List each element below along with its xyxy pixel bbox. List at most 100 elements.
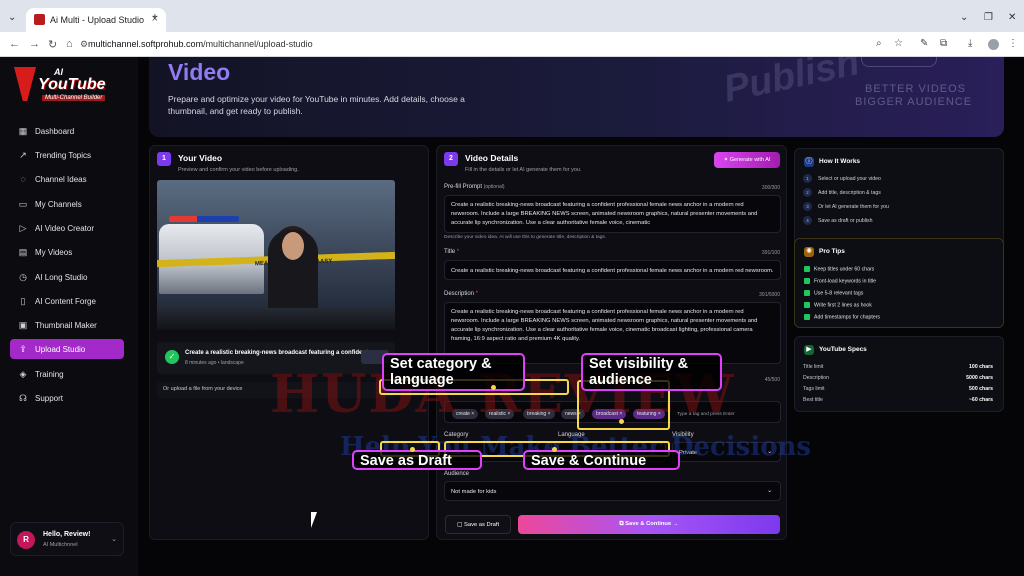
check-icon [804,314,810,320]
save-as-draft-button[interactable]: ▢ Save as Draft [445,515,511,534]
sidebar-item-support[interactable]: ☊ Support [10,388,124,408]
news-desk [157,308,395,330]
save-and-continue-button[interactable]: ⧉ Save & Continue → [518,515,780,534]
new-tab-icon[interactable]: + [152,12,158,23]
tags-count: 45/500 [764,377,780,383]
url-host: multichannel.softprohub.com [88,39,204,49]
title-label: Title * [444,249,460,255]
sidebar-item-label: My Videos [35,248,73,257]
sidebar-item-training[interactable]: ◈ Training [10,364,124,384]
restore-window-icon[interactable]: ❐ [984,12,993,23]
sidebar-item-my-videos[interactable]: ▤ My Videos [10,242,124,262]
video-icon: ▶ [804,345,814,355]
video-file-meta: 8 minutes ago • landscape [185,360,244,366]
pen-icon[interactable]: ✎ [920,38,928,49]
app-root: AI YouTube Multi-Channel Builder ▦ Dashb… [0,57,1024,576]
generate-label: Generate with AI [729,157,771,163]
user-name: Hello, Review! [43,531,91,538]
browser-tab[interactable]: Ai Multi - Upload Studio × [26,8,166,32]
pointer-dot [552,447,557,452]
address-bar: ← → ↻ ⌂ ⚙ multichannel.softprohub.com/mu… [0,32,1024,57]
title-label-text: Title [444,249,456,255]
how-step: 2 Add title, description & tags [803,188,881,197]
tab-search-icon[interactable]: ⌄ [8,12,16,23]
video-preview[interactable]: MEAAORE! CKAVNE AASY [157,180,395,330]
site-info-icon[interactable]: ⚙ [80,39,88,50]
prefill-prompt-textarea[interactable]: Create a realistic breaking-news broadca… [444,195,781,233]
card-title: YouTube Specs [819,346,867,353]
user-menu[interactable]: R Hello, Review! AI Multichnnel ⌄ [10,522,124,556]
hero-decor-line2: BIGGER AUDIENCE [855,96,973,108]
avatar: R [17,531,35,549]
title-input[interactable]: Create a realistic breaking-news broadca… [444,260,781,280]
description-label-text: Description [444,291,475,297]
sidebar-item-label: Trending Topics [35,151,92,160]
hero-decor-line1: BETTER VIDEOS [865,83,967,95]
generate-with-ai-button[interactable]: ✦ Generate with AI [714,152,780,168]
sidebar-item-my-channels[interactable]: ▭ My Channels [10,194,124,214]
mouse-cursor-icon [311,512,317,528]
hero-banner: Publish BETTER VIDEOS BIGGER AUDIENCE Vi… [149,57,1004,137]
forward-icon[interactable]: → [29,38,40,50]
reload-icon[interactable]: ↻ [48,38,57,51]
description-count: 391/5000 [759,292,780,298]
sidebar-item-label: AI Content Forge [35,297,96,306]
pro-tips-card: ✺ Pro Tips Keep titles under 60 chars Fr… [794,238,1004,328]
browser-menu-icon[interactable]: ⋮ [1008,38,1018,49]
bookmark-star-icon[interactable]: ☆ [894,38,903,49]
hero-decor-pill [861,57,937,67]
headset-icon: ☊ [19,393,27,403]
back-icon[interactable]: ← [9,38,20,50]
sidebar-item-label: Support [35,394,64,403]
sidebar-item-ai-long-studio[interactable]: ◷ AI Long Studio [10,267,124,287]
panel-title: Video Details [465,153,519,163]
extensions-icon[interactable]: ⧉ [940,38,947,49]
police-lights [169,216,239,222]
browser-tab-bar: ⌄ Ai Multi - Upload Studio × + ⌄ ❐ ✕ [0,0,1024,32]
spec-row: Tags limit 500 chars [803,386,993,392]
spec-row: Title limit 100 chars [803,364,993,370]
check-icon [804,302,810,308]
download-icon[interactable]: ⤓ [968,38,972,49]
sidebar-item-trending-topics[interactable]: ↗ Trending Topics [10,145,124,165]
audience-value: Not made for kids [451,489,497,495]
how-step: 4 Save as draft or publish [803,216,873,225]
app-logo[interactable]: AI YouTube Multi-Channel Builder [14,67,114,103]
sidebar-item-ai-video-creator[interactable]: ▷ AI Video Creator [10,218,124,238]
upload-file-text: Or upload a file from your device [163,386,243,392]
close-window-icon[interactable]: ✕ [1008,12,1016,23]
home-icon[interactable]: ⌂ [66,38,73,50]
chevron-down-icon: ⌄ [767,488,772,494]
tab-list-icon[interactable]: ⌄ [960,12,968,23]
chevron-down-icon: ⌄ [111,536,117,543]
profile-avatar[interactable] [988,39,999,50]
sidebar-item-channel-ideas[interactable]: ◌ Channel Ideas [10,169,124,189]
sidebar-item-dashboard[interactable]: ▦ Dashboard [10,121,124,141]
sidebar-item-label: Channel Ideas [35,175,87,184]
logo-mark-icon [14,67,36,101]
clock-icon: ◷ [19,272,27,282]
step-number: 1 [157,152,171,166]
continue-label: Save & Continue [625,521,672,527]
step-number: 2 [444,152,458,166]
title-value: Create a realistic breaking-news broadca… [451,268,774,274]
logo-sub: Multi-Channel Builder [42,95,106,101]
sidebar-item-upload-studio[interactable]: ⇪ Upload Studio [10,339,124,359]
youtube-specs-card: ▶ YouTube Specs Title limit 100 chars Des… [794,336,1004,412]
sidebar-item-label: Training [35,370,64,379]
zoom-icon[interactable]: ⌕ [876,38,882,49]
user-sub: AI Multichnnel [43,542,78,548]
sidebar-item-ai-content-forge[interactable]: ▯ AI Content Forge [10,291,124,311]
tip-item: Add timestamps for chapters [804,314,880,320]
callout-save-continue: Save & Continue [523,450,680,470]
audience-select[interactable]: Not made for kids ⌄ [444,481,781,501]
url-path: /multichannel/upload-studio [203,39,313,49]
tip-item: Front-load keywords in title [804,278,876,284]
tip-item: Use 5-8 relevant tags [804,290,863,296]
spec-row: Description 5000 chars [803,375,993,381]
url-field[interactable]: multichannel.softprohub.com/multichannel… [88,39,313,49]
pointer-dot [619,419,624,424]
spec-row: Best title ~60 chars [803,397,993,403]
how-step: 3 Or let AI generate them for you [803,202,889,211]
sidebar-item-thumbnail-maker[interactable]: ▣ Thumbnail Maker [10,315,124,335]
